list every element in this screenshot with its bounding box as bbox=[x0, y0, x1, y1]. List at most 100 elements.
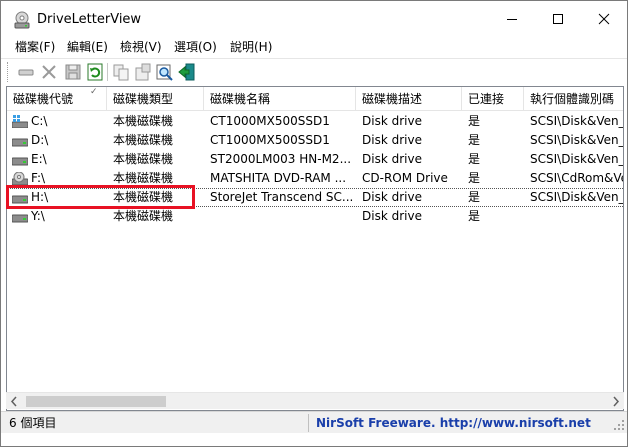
cell-drive-description: Disk drive bbox=[362, 209, 422, 223]
properties-button[interactable] bbox=[133, 62, 153, 82]
column-header-drive-description[interactable]: 磁碟機描述 bbox=[356, 87, 462, 111]
cell-drive-letter: D:\ bbox=[7, 131, 107, 150]
cell-drive-description: CD-ROM Drive bbox=[362, 171, 448, 185]
column-label: 磁碟機代號 bbox=[13, 92, 74, 106]
copy-button[interactable] bbox=[111, 62, 131, 82]
table-row[interactable]: E:\ 本機磁碟機 ST2000LM003 HN-M2... Disk driv… bbox=[7, 150, 623, 169]
menu-help[interactable]: 說明(H) bbox=[228, 39, 274, 55]
title-bar[interactable]: DriveLetterView bbox=[1, 1, 627, 37]
column-label: 磁碟機類型 bbox=[113, 92, 174, 106]
delete-icon bbox=[42, 65, 56, 79]
cell-drive-type: 本機磁碟機 bbox=[113, 171, 174, 185]
status-divider bbox=[308, 414, 309, 432]
exit-button[interactable] bbox=[177, 62, 197, 82]
app-drive-icon bbox=[14, 11, 30, 29]
table-row-focused[interactable]: H:\ 本機磁碟機 StoreJet Transcend SC... Disk … bbox=[7, 188, 624, 207]
minimize-button[interactable] bbox=[489, 1, 535, 37]
drive-letter-text: F:\ bbox=[31, 171, 46, 185]
nirsoft-link[interactable]: NirSoft Freeware. http://www.nirsoft.net bbox=[316, 415, 591, 431]
drive-letter-text: D:\ bbox=[31, 133, 49, 147]
cell-drive-description: Disk drive bbox=[362, 152, 422, 166]
close-button[interactable] bbox=[581, 1, 627, 37]
table-row[interactable]: D:\ 本機磁碟機 CT1000MX500SSD1 Disk drive 是 S… bbox=[7, 131, 624, 150]
cell-connected: 是 bbox=[468, 209, 481, 223]
refresh-icon bbox=[87, 63, 103, 81]
horizontal-scrollbar[interactable] bbox=[6, 392, 624, 409]
cell-drive-name: CT1000MX500SSD1 bbox=[210, 133, 330, 147]
cell-instance-id: SCSI\Disk&Ven_S bbox=[530, 190, 624, 204]
drive-letter-text: C:\ bbox=[31, 114, 48, 128]
window-title: DriveLetterView bbox=[37, 12, 142, 27]
menu-view[interactable]: 檢視(V) bbox=[118, 39, 164, 55]
menu-options[interactable]: 選項(O) bbox=[172, 39, 219, 55]
column-label: 已連接 bbox=[468, 92, 505, 106]
column-label: 磁碟機描述 bbox=[362, 92, 423, 106]
column-header-drive-type[interactable]: 磁碟機類型 bbox=[107, 87, 204, 111]
cdrom-drive-icon bbox=[12, 172, 28, 185]
cell-drive-description: Disk drive bbox=[362, 190, 422, 204]
column-header-instance-id[interactable]: 執行個體識別碼 bbox=[524, 87, 623, 111]
cell-drive-type: 本機磁碟機 bbox=[113, 209, 174, 223]
scrollbar-thumb[interactable] bbox=[26, 396, 166, 407]
resize-grip-icon[interactable] bbox=[613, 419, 625, 431]
table-row[interactable]: F:\ 本機磁碟機 MATSHITA DVD-RAM ... CD-ROM Dr… bbox=[7, 169, 624, 188]
save-button[interactable] bbox=[63, 62, 83, 82]
menu-edit[interactable]: 編輯(E) bbox=[65, 39, 110, 55]
cell-drive-type: 本機磁碟機 bbox=[113, 133, 174, 147]
cell-drive-letter: E:\ bbox=[7, 150, 107, 169]
cell-drive-name: MATSHITA DVD-RAM ... bbox=[210, 171, 347, 185]
hard-drive-icon bbox=[12, 214, 28, 223]
cell-drive-type: 本機磁碟機 bbox=[113, 190, 174, 204]
delete-button[interactable] bbox=[39, 62, 59, 82]
column-header-connected[interactable]: 已連接 bbox=[462, 87, 524, 111]
exit-icon bbox=[178, 63, 195, 81]
item-count: 6 個項目 bbox=[9, 416, 57, 430]
cell-connected: 是 bbox=[468, 114, 481, 128]
cell-instance-id: SCSI\Disk&Ven_C bbox=[530, 114, 624, 128]
find-icon bbox=[156, 64, 173, 81]
maximize-button[interactable] bbox=[535, 1, 581, 37]
cell-drive-letter: F:\ bbox=[7, 169, 107, 188]
cell-drive-name: StoreJet Transcend SC... bbox=[210, 190, 354, 204]
menu-file[interactable]: 檔案(F) bbox=[13, 39, 57, 55]
cell-drive-name: CT1000MX500SSD1 bbox=[210, 114, 330, 128]
cell-drive-letter: C:\ bbox=[7, 112, 107, 131]
hard-drive-icon bbox=[12, 195, 28, 204]
cell-connected: 是 bbox=[468, 171, 481, 185]
cell-drive-name bbox=[204, 207, 356, 226]
list-header: 磁碟機代號 ✓ 磁碟機類型 磁碟機名稱 磁碟機描述 已連接 執行個體識別碼 bbox=[7, 87, 623, 111]
scroll-right-button[interactable] bbox=[607, 393, 624, 410]
refresh-button[interactable] bbox=[85, 62, 105, 82]
scroll-left-button[interactable] bbox=[6, 393, 23, 410]
find-button[interactable] bbox=[155, 62, 175, 82]
toolbar-separator bbox=[107, 63, 108, 81]
column-label: 執行個體識別碼 bbox=[530, 92, 615, 106]
cell-connected: 是 bbox=[468, 133, 481, 147]
cell-instance-id: SCSI\CdRom&Ve bbox=[530, 171, 624, 185]
sort-ascending-icon: ✓ bbox=[90, 87, 98, 97]
cell-drive-description: Disk drive bbox=[362, 114, 422, 128]
chevron-left-icon bbox=[10, 396, 17, 407]
drive-remove-icon bbox=[18, 69, 34, 76]
cell-instance-id: SCSI\Disk&Ven_C bbox=[530, 133, 624, 147]
drive-letter-text: E:\ bbox=[31, 152, 47, 166]
table-row[interactable]: Y:\ 本機磁碟機 Disk drive 是 bbox=[7, 207, 623, 226]
cell-connected: 是 bbox=[468, 190, 481, 204]
drive-list[interactable]: 磁碟機代號 ✓ 磁碟機類型 磁碟機名稱 磁碟機描述 已連接 執行個體識別碼 C:… bbox=[6, 86, 624, 411]
close-icon bbox=[598, 13, 610, 25]
table-row[interactable]: C:\ 本機磁碟機 CT1000MX500SSD1 Disk drive 是 S… bbox=[7, 112, 624, 131]
app-window: DriveLetterView 檔案(F) 編輯(E) 檢視(V) 選項(O) … bbox=[0, 0, 628, 447]
toolbar-grip[interactable] bbox=[7, 62, 10, 82]
drive-remove-button[interactable] bbox=[16, 62, 36, 82]
cell-connected: 是 bbox=[468, 152, 481, 166]
cell-drive-type: 本機磁碟機 bbox=[113, 114, 174, 128]
cell-drive-name: ST2000LM003 HN-M2... bbox=[210, 152, 352, 166]
cell-drive-letter: Y:\ bbox=[7, 207, 107, 226]
copy-icon bbox=[113, 64, 129, 81]
save-icon bbox=[65, 64, 81, 80]
minimize-icon bbox=[507, 19, 517, 20]
hard-drive-icon bbox=[12, 138, 28, 147]
column-header-drive-name[interactable]: 磁碟機名稱 bbox=[204, 87, 356, 111]
properties-icon bbox=[135, 63, 151, 81]
cell-drive-type: 本機磁碟機 bbox=[113, 152, 174, 166]
